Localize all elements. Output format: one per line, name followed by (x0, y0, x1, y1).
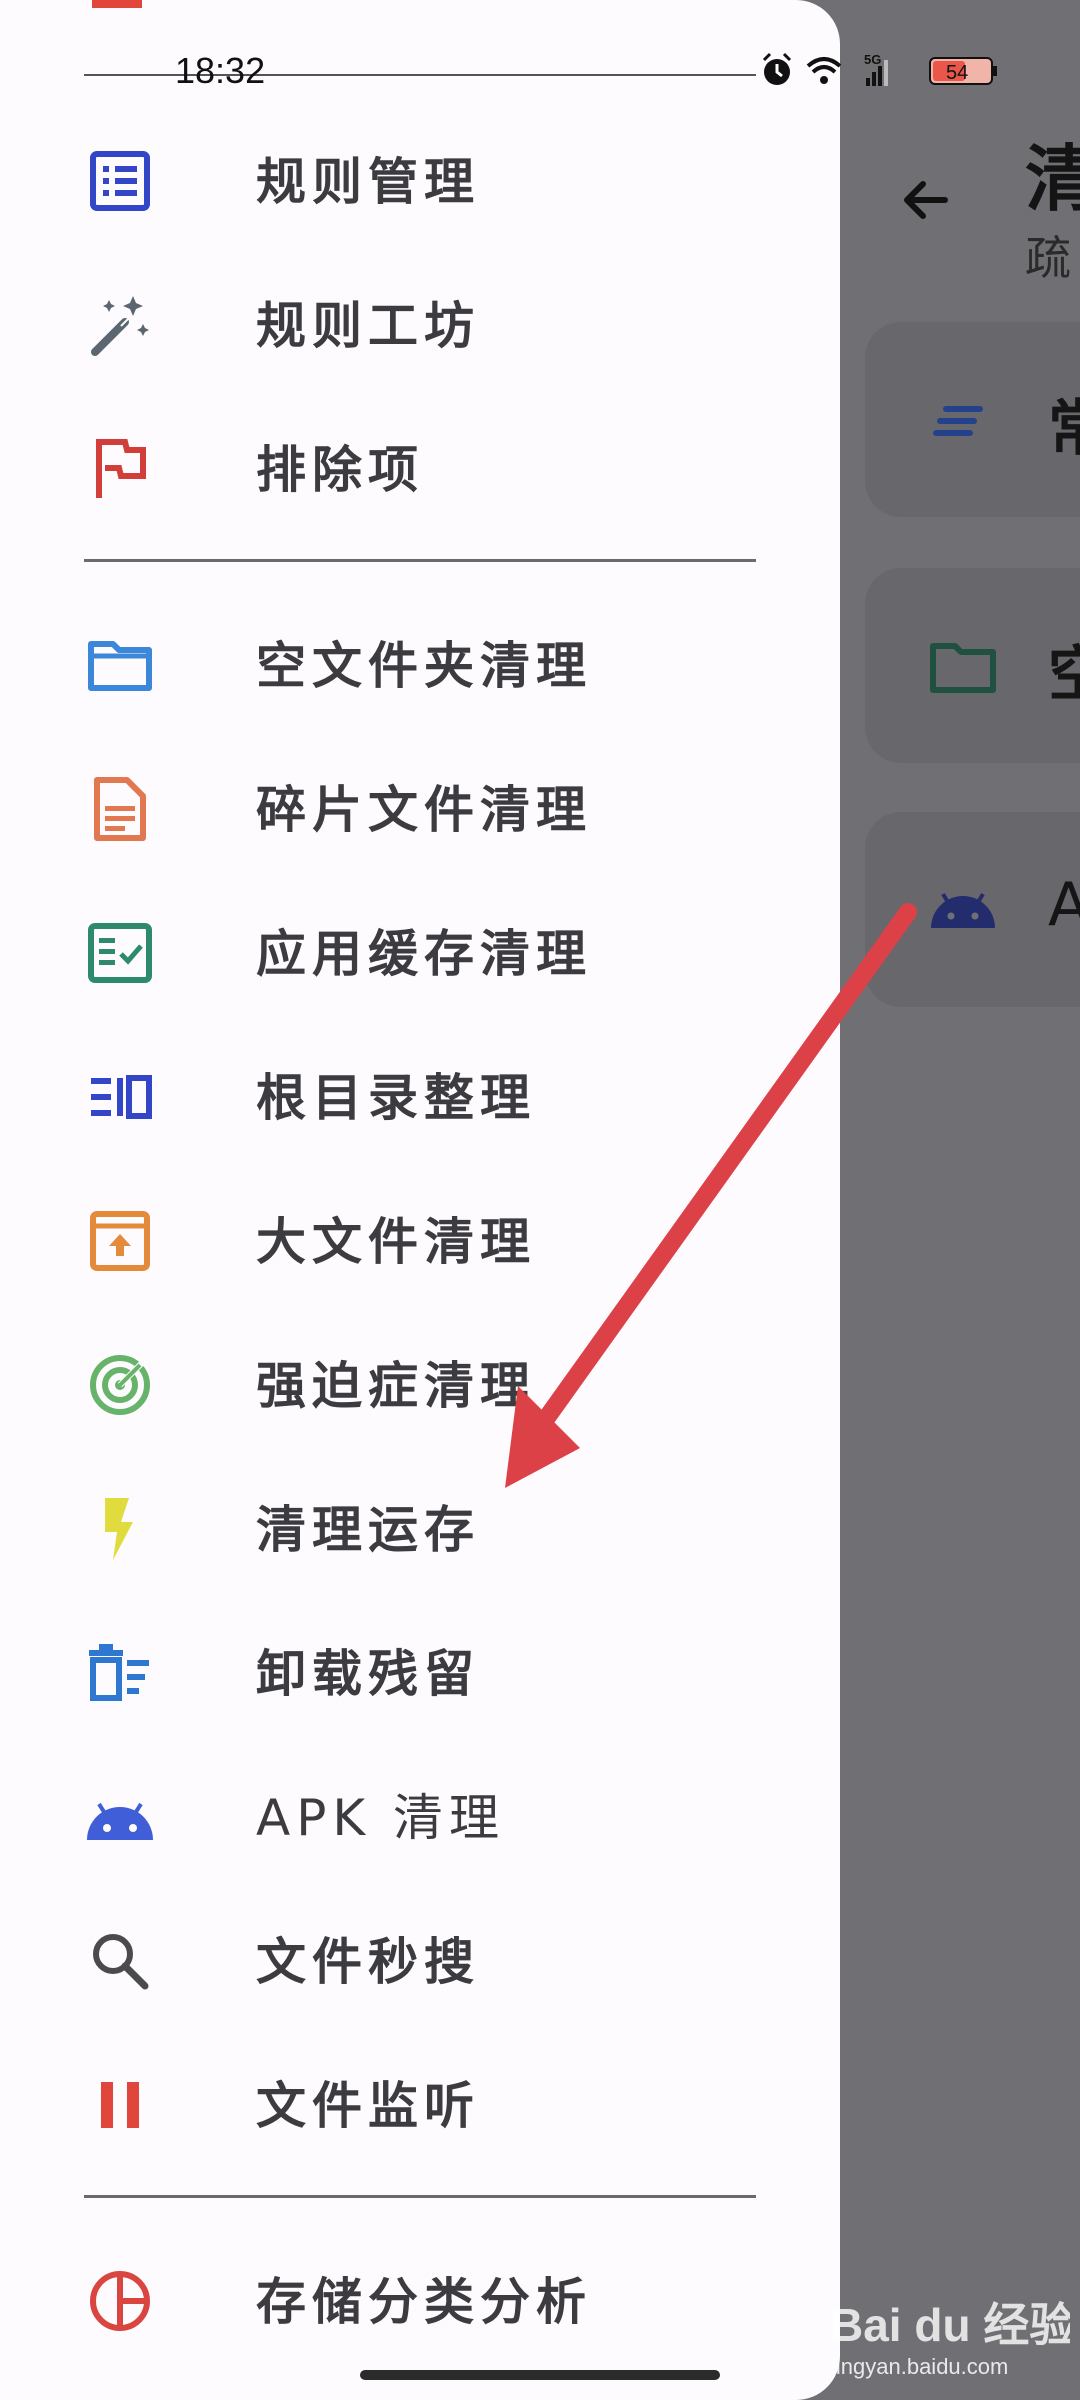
search-icon (93, 1934, 149, 1990)
drawer-item-file-quick-search[interactable]: 文件秒搜 (0, 1882, 840, 2022)
drawer-item-storage-analysis[interactable]: 存储分类分析 (0, 2222, 840, 2362)
drawer-item-label: 强迫症清理 (256, 1357, 536, 1415)
drawer-item-fragment-file-clean[interactable]: 碎片文件清理 (0, 730, 840, 870)
drawer-item-large-file-clean[interactable]: 大文件清理 (0, 1162, 840, 1302)
svg-text:Bai du 经验: Bai du 经验 (830, 2299, 1070, 2351)
background-card[interactable]: 空 (865, 568, 1080, 763)
list-icon (90, 151, 150, 211)
delete-list-icon (89, 1644, 149, 1701)
drawer-item-label: 根目录整理 (256, 1069, 536, 1127)
drawer-item-rule-workshop[interactable]: 规则工坊 (0, 246, 840, 386)
svg-text:5G: 5G (864, 52, 881, 67)
drawer-item-label: 卸载残留 (256, 1645, 480, 1703)
drawer-item-exclusions[interactable]: 排除项 (0, 390, 840, 530)
signal-icon: 5G (864, 52, 888, 86)
background-card-label: 空 (1048, 640, 1080, 710)
archive-icon (90, 1211, 150, 1271)
drawer-item-uninstall-residue[interactable]: 卸载残留 (0, 1594, 840, 1734)
status-time: 18:32 (175, 50, 266, 91)
drawer-item-label: 规则管理 (256, 153, 480, 211)
pause-icon (101, 2082, 139, 2128)
drawer-item-label: 排除项 (256, 441, 424, 499)
drawer-item-label: 碎片文件清理 (256, 781, 592, 839)
background-card[interactable]: A (865, 812, 1080, 1007)
root-list-icon (91, 1075, 152, 1119)
drawer-item-label: 应用缓存清理 (256, 925, 592, 983)
watermark-url: jingyan.baidu.com (831, 2354, 1009, 2379)
drawer-item-ocd-clean[interactable]: 强迫症清理 (0, 1306, 840, 1446)
background-page-subtitle: 疏 (1025, 231, 1071, 285)
back-arrow-icon[interactable] (895, 170, 955, 230)
drawer-item-root-directory-organize[interactable]: 根目录整理 (0, 1018, 840, 1158)
drawer-item-label: APK 清理 (256, 1789, 506, 1847)
drawer-item-label: 规则工坊 (256, 297, 480, 355)
document-icon (94, 777, 146, 841)
flash-icon (105, 1498, 133, 1560)
drawer-item-file-monitor[interactable]: 文件监听 (0, 2026, 840, 2166)
drawer-item-label: 文件秒搜 (256, 1933, 480, 1991)
drawer-item-label: 文件监听 (256, 2077, 480, 2135)
status-icons: 5G 54 (762, 52, 997, 86)
home-indicator[interactable] (360, 2370, 720, 2380)
android-icon (931, 892, 995, 928)
radar-icon (90, 1355, 150, 1415)
navigation-drawer: 规则管理 规则工坊 排除项 空文件夹清理 碎片文件清理 应用缓存清理 根目录整理… (0, 0, 840, 2400)
drawer-divider (84, 559, 756, 562)
magic-wand-icon (91, 296, 149, 356)
svg-text:54: 54 (946, 62, 968, 84)
folder-icon (88, 641, 152, 691)
drawer-item-app-cache-clean[interactable]: 应用缓存清理 (0, 874, 840, 1014)
folder-icon (930, 643, 996, 693)
alarm-icon (762, 52, 792, 85)
checklist-icon (88, 923, 152, 983)
background-card-label: 常 (1048, 394, 1080, 464)
drawer-item-label: 清理运存 (256, 1501, 480, 1559)
drawer-item-label: 大文件清理 (256, 1213, 536, 1271)
android-icon (87, 1802, 153, 1840)
background-card-label: A (1048, 870, 1080, 940)
drawer-item-label: 存储分类分析 (256, 2273, 592, 2331)
background-card[interactable]: 常 (865, 322, 1080, 517)
drawer-item-apk-clean[interactable]: APK 清理 (0, 1738, 840, 1878)
drawer-item-empty-folder-clean[interactable]: 空文件夹清理 (0, 586, 840, 726)
drawer-item-memory-clean[interactable]: 清理运存 (0, 1450, 840, 1590)
lines-icon (933, 406, 983, 436)
drawer-item-label: 空文件夹清理 (256, 637, 592, 695)
status-bar: 18:32 5G 54 (0, 0, 1080, 140)
wifi-icon (806, 57, 842, 84)
pie-icon (90, 2271, 150, 2331)
battery-icon: 54 (929, 57, 997, 85)
drawer-divider (84, 2195, 756, 2198)
flag-icon (96, 439, 146, 498)
